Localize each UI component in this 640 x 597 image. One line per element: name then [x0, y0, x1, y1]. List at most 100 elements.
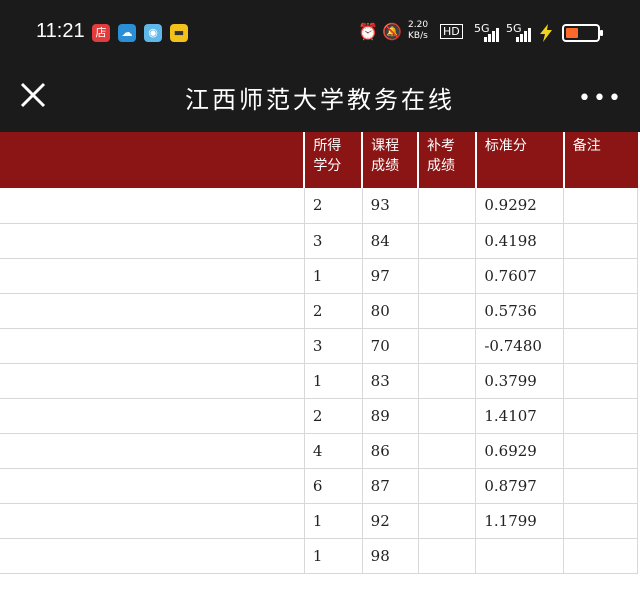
- cell-makeup: [418, 433, 477, 469]
- cell-standard: 0.4198: [475, 223, 565, 259]
- cell-makeup: [418, 258, 477, 294]
- cell-standard: -0.7480: [475, 328, 565, 364]
- cell-notes: [563, 398, 638, 434]
- cell-standard: 0.7607: [475, 258, 565, 294]
- page-title: 江西师范大学教务在线: [185, 86, 455, 114]
- table-header-row: 所得学分 课程成绩 补考成绩 标准分 备注: [0, 132, 638, 188]
- cell-makeup: [418, 363, 477, 399]
- charging-icon: [540, 24, 552, 42]
- cell-makeup: [418, 188, 477, 224]
- table-row: 1 92 1.1799: [0, 503, 638, 539]
- cell-notes: [563, 223, 638, 259]
- cell-course: [0, 433, 305, 469]
- hd-badge: HD: [440, 24, 463, 39]
- table-row: 3 70 -0.7480: [0, 328, 638, 364]
- column-header-course: [0, 132, 306, 188]
- mute-icon: 🔕: [382, 22, 402, 41]
- battery-icon: [562, 24, 603, 42]
- cell-score: 89: [362, 398, 419, 434]
- cell-course: [0, 258, 305, 294]
- column-header-score: 课程成绩: [362, 132, 420, 188]
- cell-credits: 3: [304, 223, 363, 259]
- cell-credits: 1: [304, 363, 363, 399]
- cell-score: 80: [362, 293, 419, 329]
- cell-credits: 1: [304, 538, 363, 574]
- column-header-credits: 所得学分: [304, 132, 364, 188]
- table-row: 1 97 0.7607: [0, 258, 638, 294]
- cell-score: 86: [362, 433, 419, 469]
- alarm-icon: ⏰: [358, 22, 378, 41]
- cell-makeup: [418, 293, 477, 329]
- signal-bars-icon: [484, 28, 499, 42]
- cell-course: [0, 363, 305, 399]
- wallet-icon: ▬: [170, 24, 188, 42]
- table-row: 4 86 0.6929: [0, 433, 638, 469]
- cell-credits: 1: [304, 258, 363, 294]
- column-header-notes: 备注: [563, 132, 638, 188]
- cell-notes: [563, 293, 638, 329]
- cell-credits: 2: [304, 398, 363, 434]
- cell-credits: 6: [304, 468, 363, 504]
- table-row: 2 89 1.4107: [0, 398, 638, 434]
- column-header-makeup: 补考成绩: [418, 132, 477, 188]
- cell-course: [0, 503, 305, 539]
- cell-course: [0, 398, 305, 434]
- cell-score: 98: [362, 538, 419, 574]
- cell-score: 93: [362, 188, 419, 224]
- cloud-icon: ☁: [118, 24, 136, 42]
- cell-makeup: [418, 328, 477, 364]
- cell-standard: 1.1799: [475, 503, 565, 539]
- cell-notes: [563, 503, 638, 539]
- table-row: 2 80 0.5736: [0, 293, 638, 329]
- cell-score: 84: [362, 223, 419, 259]
- cell-course: [0, 188, 305, 224]
- camera-icon: ◉: [144, 24, 162, 42]
- cell-makeup: [418, 398, 477, 434]
- cell-course: [0, 328, 305, 364]
- cell-standard: 1.4107: [475, 398, 565, 434]
- cell-score: 92: [362, 503, 419, 539]
- cell-credits: 4: [304, 433, 363, 469]
- cell-course: [0, 468, 305, 504]
- cell-standard: 0.9292: [475, 188, 565, 224]
- cell-course: [0, 293, 305, 329]
- table-row: 2 93 0.9292: [0, 188, 638, 224]
- cell-makeup: [418, 468, 477, 504]
- cell-notes: [563, 538, 638, 574]
- cell-course: [0, 223, 305, 259]
- column-header-standard: 标准分: [475, 132, 565, 188]
- network-speed: 2.20 KB/s: [408, 20, 429, 41]
- cell-standard: [475, 538, 565, 574]
- cell-notes: [563, 433, 638, 469]
- cell-standard: 0.3799: [475, 363, 565, 399]
- table-row: 3 84 0.4198: [0, 223, 638, 259]
- cell-notes: [563, 188, 638, 224]
- more-options-button[interactable]: •••: [578, 86, 623, 111]
- cell-standard: 0.5736: [475, 293, 565, 329]
- table-row: 1 98: [0, 538, 638, 574]
- signal-bars-icon: [516, 28, 531, 42]
- cell-score: 87: [362, 468, 419, 504]
- cell-credits: 2: [304, 188, 363, 224]
- shop-icon: 店: [92, 24, 110, 42]
- cell-standard: 0.6929: [475, 433, 565, 469]
- cell-notes: [563, 363, 638, 399]
- cell-notes: [563, 258, 638, 294]
- status-bar: 11:21 店 ☁ ◉ ▬ ⏰ 🔕 2.20 KB/s HD 5G 5G: [0, 0, 640, 68]
- cell-makeup: [418, 223, 477, 259]
- cell-credits: 2: [304, 293, 363, 329]
- table-row: 1 83 0.3799: [0, 363, 638, 399]
- cell-notes: [563, 328, 638, 364]
- cell-score: 70: [362, 328, 419, 364]
- cell-score: 97: [362, 258, 419, 294]
- clock: 11:21: [36, 20, 85, 42]
- cell-makeup: [418, 503, 477, 539]
- grades-table: 所得学分 课程成绩 补考成绩 标准分 备注 2 93 0.9292 3 84 0.4198…: [0, 132, 638, 574]
- cell-score: 83: [362, 363, 419, 399]
- cell-makeup: [418, 538, 477, 574]
- cell-notes: [563, 468, 638, 504]
- table-row: 6 87 0.8797: [0, 468, 638, 504]
- cell-standard: 0.8797: [475, 468, 565, 504]
- cell-credits: 3: [304, 328, 363, 364]
- cell-course: [0, 538, 305, 574]
